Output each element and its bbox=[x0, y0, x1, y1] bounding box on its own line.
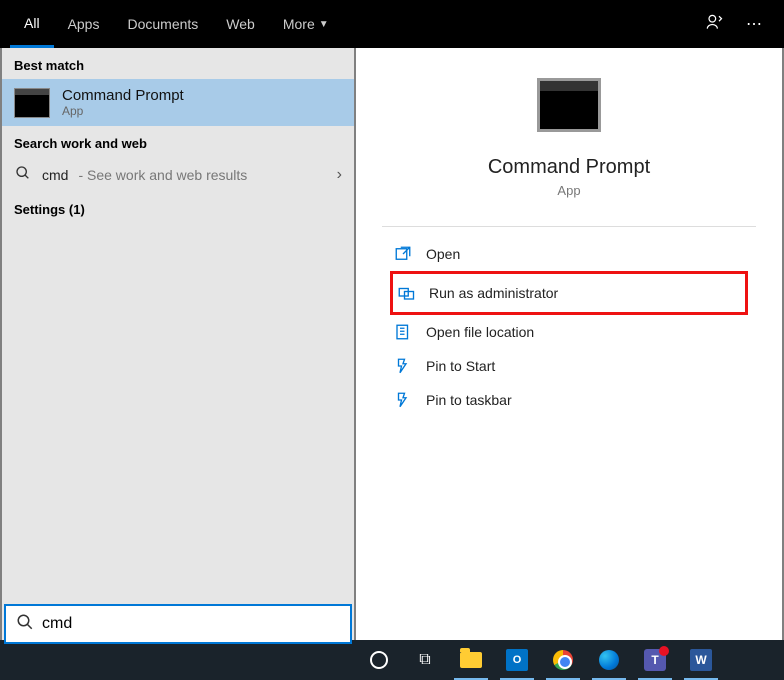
search-input[interactable] bbox=[42, 615, 340, 633]
search-filter-tabs: All Apps Documents Web More▼ ⋯ bbox=[0, 0, 784, 48]
app-large-icon bbox=[537, 78, 601, 132]
settings-header[interactable]: Settings (1) bbox=[2, 192, 354, 223]
tab-apps[interactable]: Apps bbox=[54, 0, 114, 48]
open-icon bbox=[394, 245, 412, 263]
web-hint: - See work and web results bbox=[78, 167, 247, 183]
folder-location-icon bbox=[394, 323, 412, 341]
chevron-right-icon: › bbox=[337, 166, 342, 184]
outlook-button[interactable]: O bbox=[494, 640, 540, 680]
folder-icon bbox=[460, 652, 482, 668]
command-prompt-icon bbox=[14, 88, 50, 118]
feedback-icon[interactable] bbox=[694, 12, 734, 37]
outlook-icon: O bbox=[506, 649, 528, 671]
chrome-button[interactable] bbox=[540, 640, 586, 680]
results-pane: Best match Command Prompt App Search wor… bbox=[0, 48, 356, 640]
tab-web[interactable]: Web bbox=[212, 0, 269, 48]
result-command-prompt[interactable]: Command Prompt App bbox=[2, 79, 354, 126]
tab-all[interactable]: All bbox=[10, 0, 54, 48]
task-view-icon: ⧉ bbox=[419, 651, 430, 669]
result-subtitle: App bbox=[62, 104, 184, 118]
word-icon: W bbox=[690, 649, 712, 671]
teams-icon: T bbox=[644, 649, 666, 671]
result-title: Command Prompt bbox=[62, 87, 184, 104]
file-explorer-button[interactable] bbox=[448, 640, 494, 680]
app-subtitle: App bbox=[557, 183, 580, 198]
details-pane: Command Prompt App Open Run as administr… bbox=[356, 48, 784, 640]
shield-admin-icon bbox=[397, 284, 415, 302]
action-open-file-location[interactable]: Open file location bbox=[390, 315, 748, 349]
chevron-down-icon: ▼ bbox=[319, 19, 329, 30]
web-query: cmd bbox=[42, 167, 68, 183]
chrome-icon bbox=[553, 650, 573, 670]
work-web-header: Search work and web bbox=[2, 126, 354, 157]
cortana-button[interactable] bbox=[356, 640, 402, 680]
task-view-button[interactable]: ⧉ bbox=[402, 640, 448, 680]
best-match-header: Best match bbox=[2, 48, 354, 79]
search-icon bbox=[14, 165, 32, 184]
edge-button[interactable] bbox=[586, 640, 632, 680]
search-icon bbox=[16, 613, 34, 636]
teams-button[interactable]: T bbox=[632, 640, 678, 680]
cortana-icon bbox=[370, 651, 388, 669]
action-open[interactable]: Open bbox=[390, 237, 748, 271]
notification-badge bbox=[659, 646, 669, 656]
pin-start-icon bbox=[394, 357, 412, 375]
tab-documents[interactable]: Documents bbox=[113, 0, 212, 48]
action-pin-to-start[interactable]: Pin to Start bbox=[390, 349, 748, 383]
taskbar: ⧉ O T W bbox=[0, 640, 784, 680]
more-options-icon[interactable]: ⋯ bbox=[734, 14, 774, 34]
web-search-cmd[interactable]: cmd - See work and web results › bbox=[2, 157, 354, 192]
tab-more[interactable]: More▼ bbox=[269, 0, 343, 48]
search-box[interactable] bbox=[4, 604, 352, 644]
action-run-as-administrator[interactable]: Run as administrator bbox=[393, 276, 745, 310]
pin-taskbar-icon bbox=[394, 391, 412, 409]
word-button[interactable]: W bbox=[678, 640, 724, 680]
edge-icon bbox=[599, 650, 619, 670]
annotation-highlight: Run as administrator bbox=[390, 271, 748, 315]
action-pin-to-taskbar[interactable]: Pin to taskbar bbox=[390, 383, 748, 417]
app-title: Command Prompt bbox=[488, 156, 650, 179]
